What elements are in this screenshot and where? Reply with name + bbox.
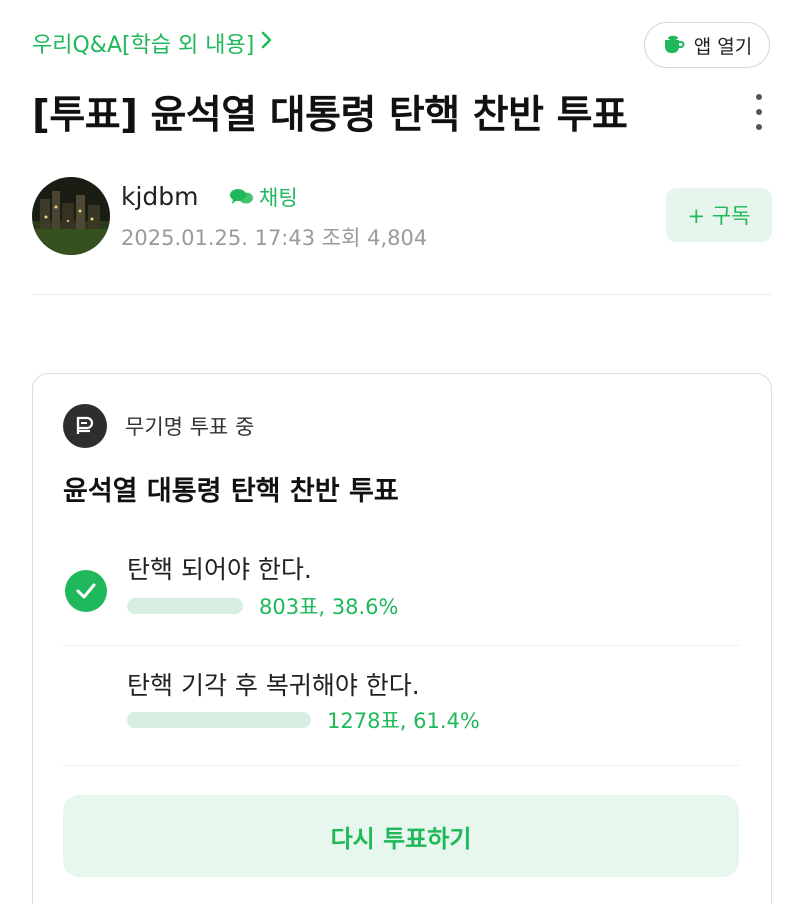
poll-icon bbox=[63, 404, 107, 448]
avatar[interactable] bbox=[32, 177, 110, 255]
poll-option-result: 1278표, 61.4% bbox=[327, 709, 480, 733]
poll-option[interactable]: 탄핵 기각 후 복귀해야 한다. 1278표, 61.4% bbox=[63, 666, 739, 766]
breadcrumb[interactable]: 우리Q&A[학습 외 내용] bbox=[32, 27, 274, 59]
open-app-label: 앱 열기 bbox=[693, 35, 753, 58]
chevron-right-icon bbox=[260, 30, 274, 56]
post-meta: 2025.01.25. 17:43 조회 4,804 bbox=[121, 226, 428, 250]
chat-label: 채팅 bbox=[259, 186, 298, 210]
author-row: kjdbm 채팅 2025.01.25. 17:43 조회 4,804 + 구독 bbox=[32, 176, 772, 256]
open-app-button[interactable]: 앱 열기 bbox=[644, 22, 770, 68]
poll-option-label: 탄핵 되어야 한다. bbox=[127, 555, 312, 584]
subscribe-button[interactable]: + 구독 bbox=[666, 188, 772, 242]
revote-button[interactable]: 다시 투표하기 bbox=[63, 795, 739, 877]
poll-option-bar bbox=[127, 598, 243, 614]
poll-option-result: 803표, 38.6% bbox=[259, 595, 399, 619]
breadcrumb-label[interactable]: 우리Q&A[학습 외 내용] bbox=[32, 27, 254, 59]
chat-button[interactable]: 채팅 bbox=[229, 182, 298, 212]
poll-title: 윤석열 대통령 탄핵 찬반 투표 bbox=[63, 476, 399, 507]
cup-icon bbox=[664, 35, 685, 53]
more-vertical-icon[interactable] bbox=[752, 94, 766, 130]
poll-option-bar bbox=[127, 712, 311, 728]
check-icon bbox=[65, 570, 107, 612]
chat-bubbles-icon bbox=[230, 189, 253, 204]
author-name[interactable]: kjdbm bbox=[121, 182, 199, 211]
poll-card: 무기명 투표 중 윤석열 대통령 탄핵 찬반 투표 탄핵 되어야 한다. 803… bbox=[32, 373, 772, 904]
post-title: [투표] 윤석열 대통령 탄핵 찬반 투표 bbox=[32, 93, 628, 138]
poll-option[interactable]: 탄핵 되어야 한다. 803표, 38.6% bbox=[63, 550, 739, 646]
top-bar: 우리Q&A[학습 외 내용] 앱 열기 bbox=[0, 0, 800, 90]
poll-header: 무기명 투표 중 bbox=[63, 404, 254, 448]
poll-option-label: 탄핵 기각 후 복귀해야 한다. bbox=[127, 671, 420, 700]
divider bbox=[32, 294, 772, 295]
poll-status: 무기명 투표 중 bbox=[125, 415, 255, 439]
